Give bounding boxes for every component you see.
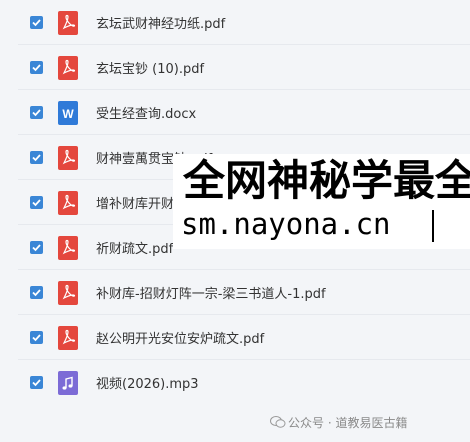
pdf-icon bbox=[58, 146, 78, 170]
audio-icon bbox=[58, 371, 78, 395]
pdf-icon bbox=[58, 236, 78, 260]
text-cursor bbox=[432, 210, 434, 242]
file-row[interactable]: 赵公明开光安位安炉疏文.pdf bbox=[18, 315, 470, 360]
checkbox[interactable] bbox=[30, 241, 43, 254]
watermark: 公众号 · 道教易医古籍 bbox=[288, 416, 408, 430]
checkbox[interactable] bbox=[30, 376, 43, 389]
pdf-icon bbox=[58, 326, 78, 350]
file-name: 赵公明开光安位安炉疏文.pdf bbox=[96, 332, 265, 347]
file-name: 玄坛武财神经功纸.pdf bbox=[96, 17, 226, 32]
svg-text:W: W bbox=[62, 107, 74, 121]
promo-overlay: 全网神秘学最全 sm.nayona.cn bbox=[173, 154, 470, 249]
checkbox[interactable] bbox=[30, 196, 43, 209]
file-name: 视频(2026).mp3 bbox=[96, 377, 199, 392]
pdf-icon bbox=[58, 281, 78, 305]
checkbox[interactable] bbox=[30, 151, 43, 164]
file-row[interactable]: 玄坛宝钞 (10).pdf bbox=[18, 45, 470, 90]
file-row[interactable]: W 受生经查询.docx bbox=[18, 90, 470, 135]
checkbox[interactable] bbox=[30, 16, 43, 29]
word-icon: W bbox=[58, 101, 78, 125]
checkbox[interactable] bbox=[30, 61, 43, 74]
file-name: 祈财疏文.pdf bbox=[96, 242, 174, 257]
file-name: 补财库-招财灯阵一宗-梁三书道人-1.pdf bbox=[96, 287, 326, 302]
checkbox[interactable] bbox=[30, 286, 43, 299]
checkbox[interactable] bbox=[30, 331, 43, 344]
pdf-icon bbox=[58, 191, 78, 215]
pdf-icon bbox=[58, 11, 78, 35]
file-row[interactable]: 视频(2026).mp3 bbox=[18, 360, 470, 404]
checkbox[interactable] bbox=[30, 106, 43, 119]
overlay-title: 全网神秘学最全 bbox=[183, 156, 470, 205]
file-row[interactable]: 玄坛武财神经功纸.pdf bbox=[18, 0, 470, 45]
file-name: 受生经查询.docx bbox=[96, 107, 197, 122]
pdf-icon bbox=[58, 56, 78, 80]
overlay-url: sm.nayona.cn bbox=[181, 207, 391, 241]
file-row[interactable]: 补财库-招财灯阵一宗-梁三书道人-1.pdf bbox=[18, 270, 470, 315]
file-name: 玄坛宝钞 (10).pdf bbox=[96, 62, 205, 77]
wechat-icon bbox=[270, 416, 286, 428]
